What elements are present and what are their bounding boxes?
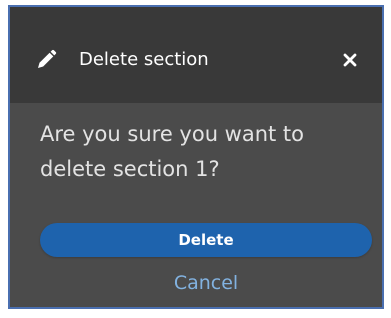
close-icon[interactable]	[342, 52, 358, 68]
delete-button[interactable]: Delete	[40, 223, 372, 257]
cancel-link[interactable]: Cancel	[40, 270, 372, 296]
delete-section-dialog: Delete section Are you sure you want to …	[8, 5, 384, 309]
dialog-title: Delete section	[79, 49, 209, 70]
pencil-icon	[38, 49, 57, 68]
dialog-header: Delete section	[10, 7, 382, 103]
dialog-message: Are you sure you want to delete section …	[40, 122, 305, 181]
